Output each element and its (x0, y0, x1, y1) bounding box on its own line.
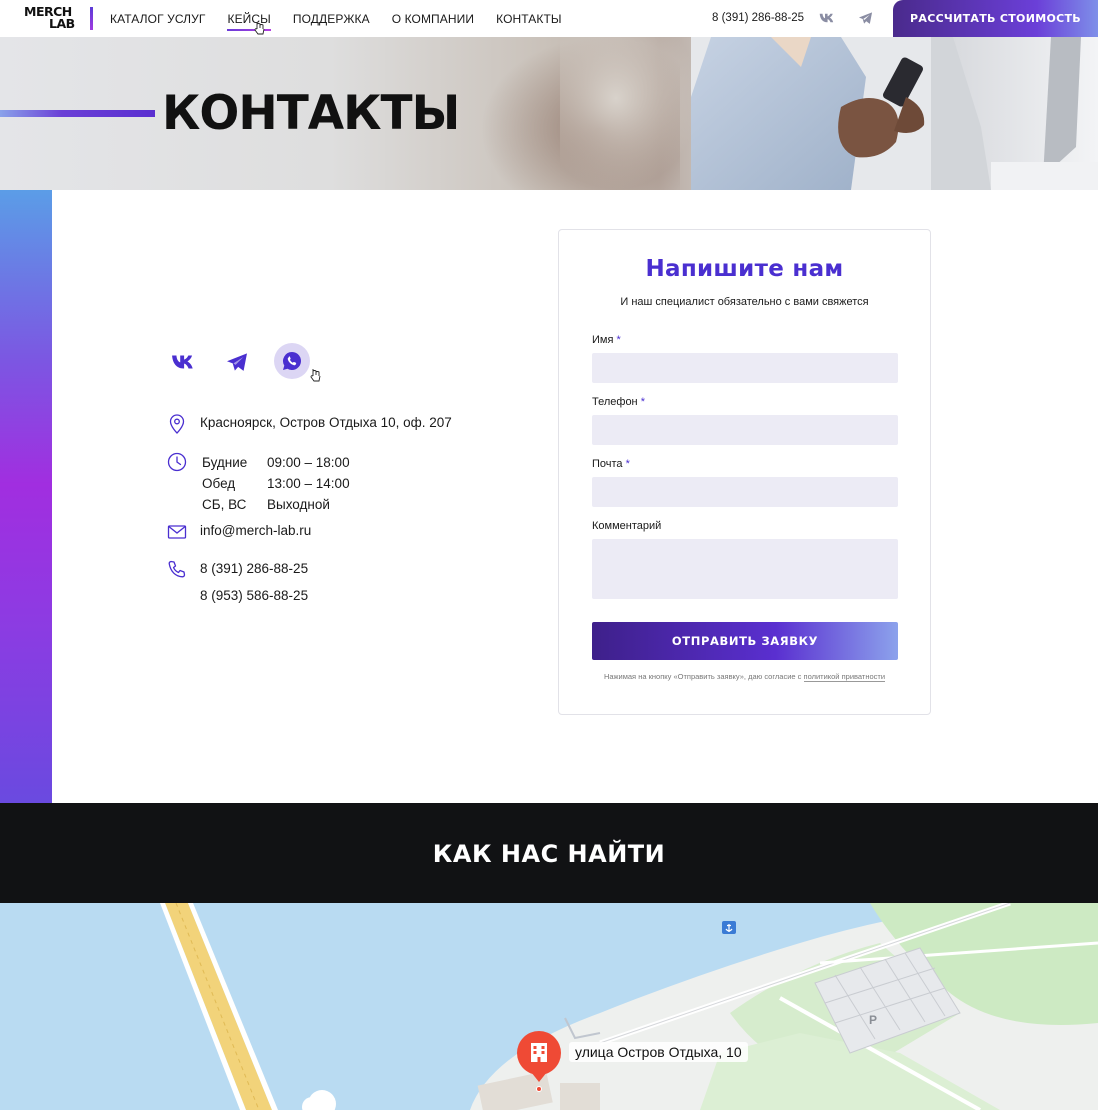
email-input[interactable] (592, 477, 898, 507)
email-link[interactable]: info@merch-lab.ru (200, 521, 311, 543)
phone-label: Телефон * (592, 396, 645, 408)
find-us-section: КАК НАС НАЙТИ (0, 803, 1098, 903)
location-pin-icon (169, 414, 185, 434)
main-nav: КАТАЛОГ УСЛУГ КЕЙСЫ ПОДДЕРЖКА О КОМПАНИИ… (110, 0, 584, 37)
calculate-cost-button[interactable]: РАССЧИТАТЬ СТОИМОСТЬ (893, 0, 1098, 37)
vk-icon (172, 355, 193, 369)
logo-accent-bar (90, 7, 93, 30)
comment-textarea[interactable] (592, 539, 898, 599)
contact-email: info@merch-lab.ru (166, 521, 311, 543)
submit-request-button[interactable]: ОТПРАВИТЬ ЗАЯВКУ (592, 622, 898, 660)
contact-hours: Будние 09:00 – 18:00 Обед 13:00 – 14:00 СБ… (166, 451, 352, 516)
nav-about[interactable]: О КОМПАНИИ (392, 12, 474, 26)
address-text: Красноярск, Остров Отдыха 10, оф. 207 (200, 415, 452, 430)
hours-day: СБ, ВС (202, 497, 247, 512)
hours-time: 09:00 – 18:00 (267, 455, 350, 470)
hours-time: Выходной (267, 497, 330, 512)
privacy-consent-text: Нажимая на кнопку «Отправить заявку», да… (559, 672, 930, 682)
telegram-icon (227, 353, 247, 371)
hero-banner: КОНТАКТЫ (0, 37, 1098, 190)
consent-text: Нажимая на кнопку «Отправить заявку», да… (603, 672, 804, 681)
required-mark: * (640, 396, 645, 408)
hero-photo-woman-with-phone (691, 37, 1098, 190)
working-hours-table: Будние 09:00 – 18:00 Обед 13:00 – 14:00 СБ… (200, 451, 352, 516)
vk-icon[interactable] (819, 11, 836, 25)
contact-address: Красноярск, Остров Отдыха 10, оф. 207 (166, 413, 452, 435)
email-label: Почта * (592, 458, 630, 470)
name-input[interactable] (592, 353, 898, 383)
phone-input[interactable] (592, 415, 898, 445)
name-label: Имя * (592, 334, 621, 346)
logo-line2: LAB (49, 16, 75, 31)
site-header: MERCH LAB КАТАЛОГ УСЛУГ КЕЙСЫ ПОДДЕРЖКА … (0, 0, 1098, 37)
mail-icon (167, 525, 187, 539)
header-phone[interactable]: 8 (391) 286-88-25 (712, 12, 804, 24)
nav-support[interactable]: ПОДДЕРЖКА (293, 12, 370, 26)
contact-telegram-link[interactable] (219, 344, 255, 380)
hand-cursor-icon (310, 369, 321, 382)
decorative-gradient-strip (0, 190, 52, 803)
form-subtitle: И наш специалист обязательно с вами свяж… (620, 296, 869, 308)
parking-label: P (869, 1013, 878, 1027)
map-marker-label: улица Остров Отдыха, 10 (569, 1042, 748, 1062)
phone-icon (168, 560, 186, 578)
hero-background-blur-light (560, 37, 700, 190)
hours-row: СБ, ВС Выходной (202, 495, 350, 514)
page-title: КОНТАКТЫ (162, 86, 460, 141)
hours-time: 13:00 – 14:00 (267, 476, 350, 491)
required-mark: * (625, 458, 630, 470)
hours-row: Обед 13:00 – 14:00 (202, 474, 350, 493)
hand-cursor-icon (254, 22, 265, 35)
whatsapp-icon (283, 352, 301, 370)
contact-whatsapp-link[interactable] (274, 343, 310, 379)
form-title: Напишите нам (645, 256, 844, 282)
privacy-policy-link[interactable]: политикой приватности (803, 672, 886, 682)
contact-form: Напишите нам И наш специалист обязательн… (558, 229, 931, 715)
name-label-text: Имя (592, 334, 614, 346)
contact-vk-link[interactable] (166, 344, 202, 380)
nav-catalog[interactable]: КАТАЛОГ УСЛУГ (110, 12, 205, 26)
hours-day: Обед (202, 476, 236, 491)
email-label-text: Почта (592, 458, 623, 470)
comment-label: Комментарий (592, 520, 662, 532)
hours-day: Будние (202, 455, 248, 470)
nav-contacts[interactable]: КОНТАКТЫ (496, 12, 562, 26)
hours-row: Будние 09:00 – 18:00 (202, 453, 350, 472)
required-mark: * (616, 334, 621, 346)
phone-label-text: Телефон (592, 396, 638, 408)
phone-2-link[interactable]: 8 (953) 586-88-25 (200, 586, 308, 605)
telegram-icon[interactable] (858, 11, 873, 25)
phone-1-link[interactable]: 8 (391) 286-88-25 (200, 559, 308, 578)
merchlab-logo[interactable]: MERCH LAB (24, 5, 96, 32)
clock-icon (167, 452, 187, 472)
hero-accent-line (0, 110, 155, 117)
location-marker-icon[interactable] (516, 1030, 562, 1092)
find-us-title: КАК НАС НАЙТИ (432, 840, 666, 868)
contact-phones: 8 (391) 286-88-25 8 (953) 586-88-25 (166, 559, 308, 605)
